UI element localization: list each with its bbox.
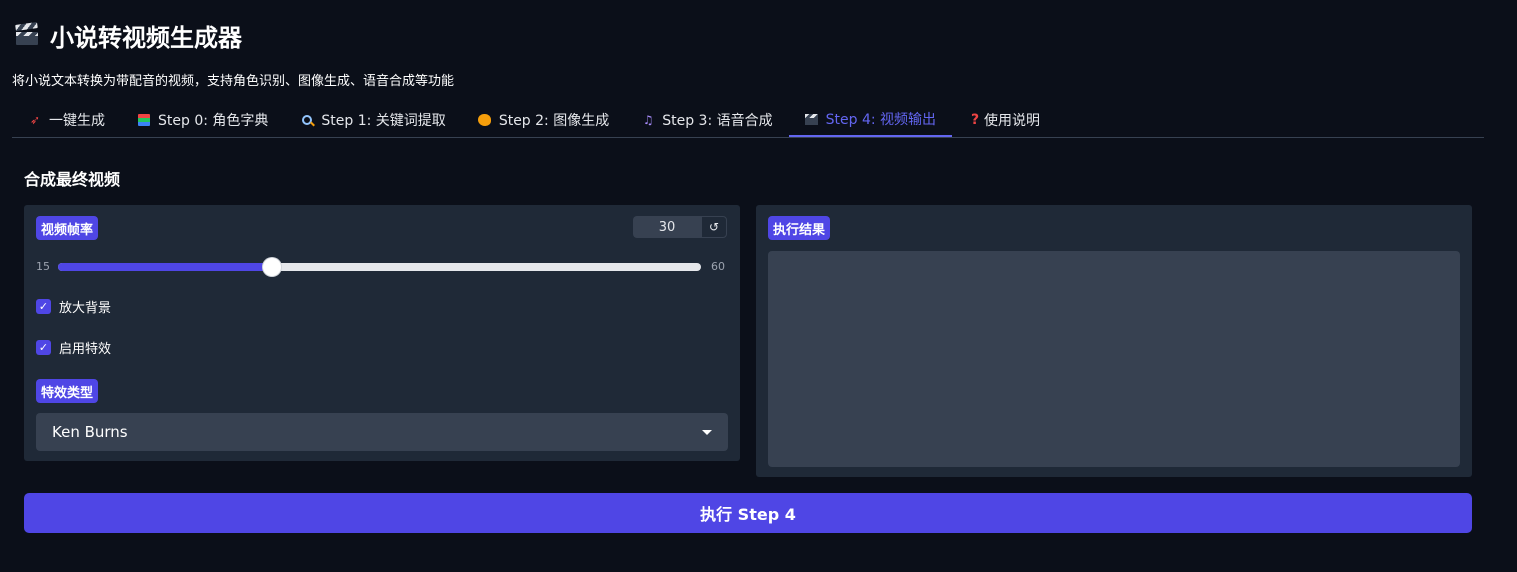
- fps-slider-max: 60: [711, 260, 725, 273]
- fps-slider-fill: [58, 263, 273, 271]
- fps-label: 视频帧率: [36, 216, 99, 240]
- fps-number-input[interactable]: [633, 216, 701, 238]
- enable-effects-checkbox[interactable]: ✓: [36, 339, 51, 355]
- result-label: 执行结果: [768, 216, 831, 240]
- tab-one-click[interactable]: ➶ 一键生成: [12, 103, 121, 137]
- enable-effects-label: 启用特效: [59, 341, 112, 357]
- books-icon: [137, 113, 151, 127]
- settings-panel: 视频帧率 ↺ 15 60 ✓ 放大背景 ✓ 启用特效 特效类型 Ken Burn…: [24, 205, 740, 461]
- fps-slider-min: 15: [36, 260, 50, 273]
- tab-step-3[interactable]: ♫ Step 3: 语音合成: [625, 103, 788, 137]
- result-output[interactable]: [768, 251, 1460, 467]
- effect-type-value: Ken Burns: [52, 423, 128, 441]
- result-panel: 执行结果: [756, 205, 1472, 477]
- tab-step-4[interactable]: Step 4: 视频输出: [788, 103, 953, 137]
- tab-step-2[interactable]: Step 2: 图像生成: [462, 103, 625, 137]
- tab-step-0[interactable]: Step 0: 角色字典: [121, 103, 284, 137]
- tab-step-1[interactable]: Step 1: 关键词提取: [284, 103, 461, 137]
- palette-icon: [478, 113, 492, 127]
- tab-label: Step 0: 角色字典: [158, 113, 269, 129]
- section-title: 合成最终视频: [24, 170, 121, 189]
- run-step-4-button[interactable]: 执行 Step 4: [24, 493, 1472, 533]
- effect-type-label: 特效类型: [36, 379, 99, 403]
- tab-help[interactable]: ? 使用说明: [952, 103, 1056, 137]
- clapper-icon: [15, 21, 38, 45]
- fps-reset-button[interactable]: ↺: [701, 216, 727, 238]
- clapper-icon: [805, 112, 819, 126]
- reset-icon: ↺: [708, 220, 720, 234]
- tab-label: Step 2: 图像生成: [498, 113, 610, 129]
- app-subtitle: 将小说文本转换为带配音的视频，支持角色识别、图像生成、语音合成等功能: [12, 74, 455, 89]
- fps-slider-thumb[interactable]: [263, 258, 282, 276]
- effect-type-dropdown[interactable]: Ken Burns: [36, 413, 728, 451]
- tab-label: Step 1: 关键词提取: [321, 113, 446, 129]
- magnifier-icon: [300, 113, 314, 127]
- tab-bar: ➶ 一键生成 Step 0: 角色字典 Step 1: 关键词提取 Step 2…: [12, 103, 1484, 138]
- app-title: 小说转视频生成器: [15, 18, 242, 52]
- tab-label: 使用说明: [984, 113, 1041, 129]
- zoom-background-checkbox[interactable]: ✓: [36, 298, 51, 314]
- music-note-icon: ♫: [642, 113, 654, 127]
- question-icon: ?: [970, 112, 980, 128]
- zoom-background-label: 放大背景: [59, 300, 112, 316]
- app-title-text: 小说转视频生成器: [50, 23, 242, 52]
- rocket-icon: ➶: [29, 113, 41, 127]
- tab-label: Step 3: 语音合成: [662, 113, 773, 129]
- chevron-down-icon: [702, 429, 712, 435]
- tab-label: 一键生成: [49, 113, 105, 129]
- tab-label: Step 4: 视频输出: [825, 112, 937, 128]
- enable-effects-option[interactable]: ✓ 启用特效: [36, 338, 112, 357]
- zoom-background-option[interactable]: ✓ 放大背景: [36, 297, 112, 316]
- app-page: 小说转视频生成器 将小说文本转换为带配音的视频，支持角色识别、图像生成、语音合成…: [0, 0, 1517, 567]
- fps-slider[interactable]: [58, 258, 701, 276]
